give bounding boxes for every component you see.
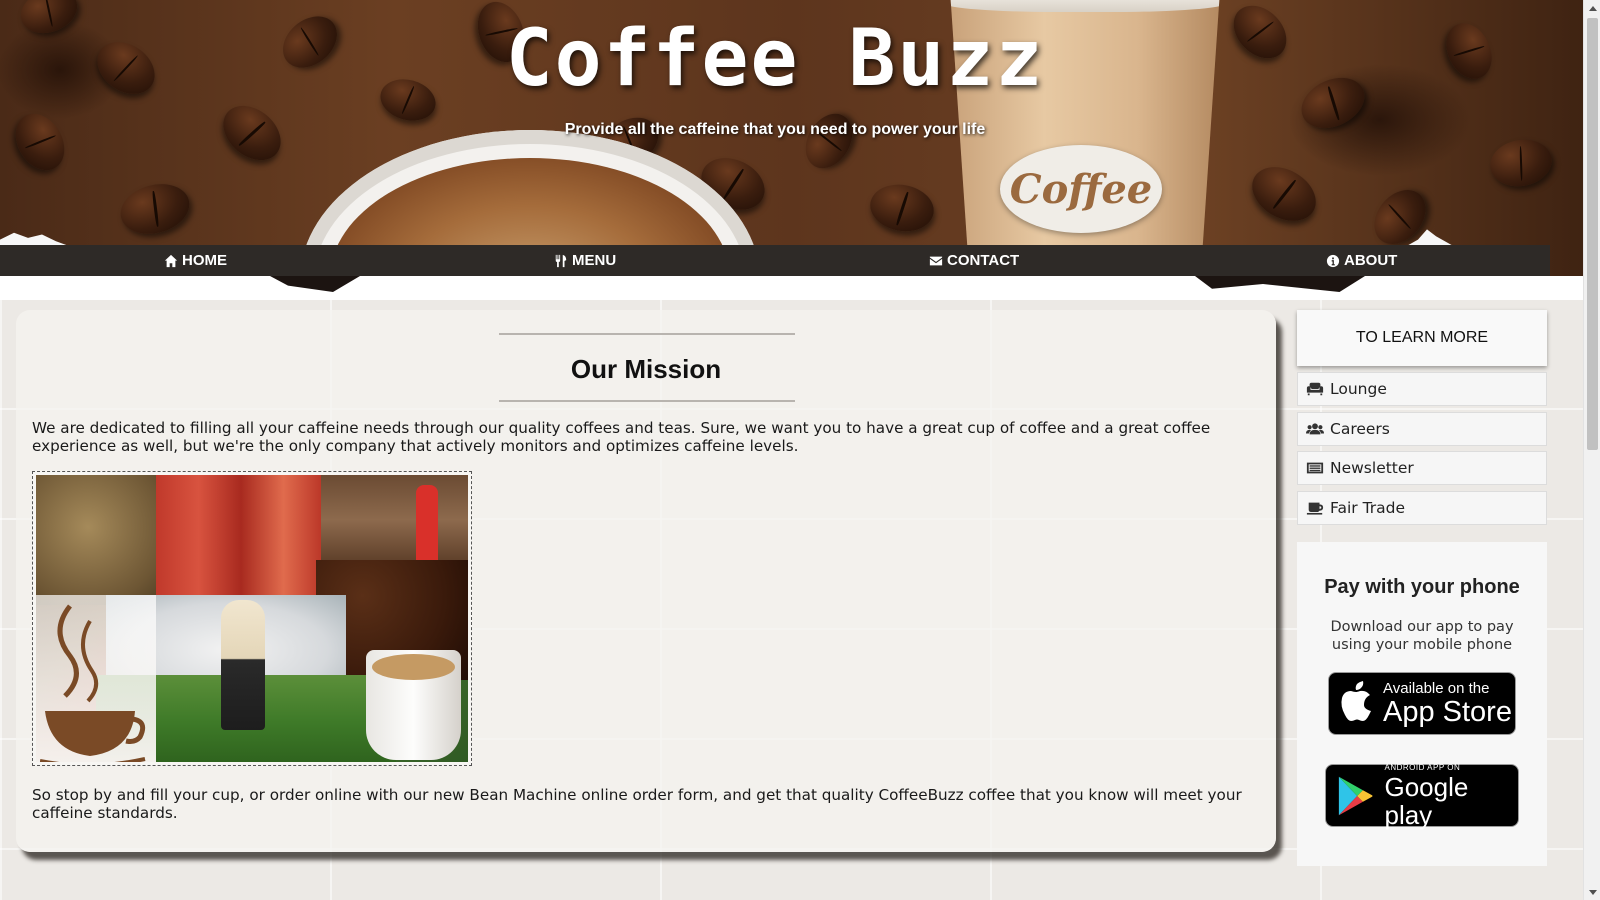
nav-menu-link[interactable]: MENU (554, 245, 616, 276)
app-store-small-text: Available on the (1383, 679, 1490, 697)
coffee-bean-image (866, 179, 938, 237)
info-circle-icon (1326, 254, 1340, 267)
heading-divider-bottom (499, 400, 795, 402)
sidebar-item-label: Lounge (1330, 380, 1387, 398)
sidebar-item-careers[interactable]: Careers (1297, 412, 1547, 446)
coffee-bean-image (5, 105, 75, 179)
coffee-bean-image (1486, 134, 1556, 192)
coffee-cup-logo: Coffee (1000, 145, 1162, 233)
utensils-icon (555, 254, 567, 267)
sidebar-item-newsletter[interactable]: Newsletter (1297, 451, 1547, 485)
sidebar-item-label: Careers (1330, 420, 1390, 438)
google-play-small-text: ANDROID APP ON (1384, 762, 1461, 772)
couch-icon (1306, 382, 1324, 396)
nav-about-label: ABOUT (1344, 252, 1398, 269)
sidebar-header: TO LEARN MORE (1297, 310, 1547, 366)
coffee-bean-image (114, 176, 196, 242)
coffee-cup-icon (1306, 502, 1324, 515)
sidebar-item-lounge[interactable]: Lounge (1297, 372, 1547, 406)
nav-home-link[interactable]: HOME (164, 245, 227, 276)
pay-heading: Pay with your phone (1324, 576, 1520, 598)
envelope-icon (929, 256, 943, 265)
app-store-badge[interactable]: Available on the App Store (1328, 672, 1516, 735)
heading-divider-top (499, 333, 795, 335)
nav-contact-link[interactable]: CONTACT (929, 245, 1019, 276)
pay-description: Download our app to pay using your mobil… (1330, 619, 1514, 653)
coffee-bean-image (1242, 156, 1326, 232)
nav-about-link[interactable]: ABOUT (1326, 245, 1397, 276)
scrollbar-thumb[interactable] (1587, 18, 1598, 450)
sidebar-item-label: Newsletter (1330, 459, 1414, 477)
mission-heading: Our Mission (570, 354, 722, 384)
site-tagline: Provide all the caffeine that you need t… (564, 121, 986, 138)
nav-contact-label: CONTACT (947, 252, 1020, 269)
site-title: Coffee Buzz (505, 14, 1045, 104)
hero-bottom-edge (0, 276, 1583, 300)
scroll-down-arrow-icon[interactable] (1584, 884, 1600, 900)
main-nav: HOME MENU CONTACT ABOUT (0, 245, 1550, 276)
app-store-big-text: App Store (1383, 695, 1512, 728)
google-play-badge[interactable]: ANDROID APP ON Google play (1325, 762, 1519, 830)
scroll-up-arrow-icon[interactable] (1584, 0, 1600, 16)
mission-paragraph-1: We are dedicated to filling all your caf… (32, 419, 1211, 455)
nav-menu-label: MENU (572, 252, 617, 269)
coffee-bean-image (796, 105, 862, 177)
hero-banner: Coffee Coffee Buzz Provide all the caffe… (0, 0, 1583, 300)
coffee-collage-image (32, 471, 472, 766)
nav-home-label: HOME (182, 252, 227, 269)
mission-panel: Our Mission We are dedicated to filling … (16, 310, 1276, 852)
page-scrollbar[interactable] (1583, 0, 1600, 900)
google-play-big-text: Google play (1384, 771, 1469, 830)
apple-icon (1341, 680, 1371, 721)
pay-with-phone-panel: Pay with your phone Download our app to … (1297, 542, 1547, 866)
home-icon (164, 254, 178, 267)
mission-paragraph-2: So stop by and fill your cup, or order o… (32, 786, 1242, 822)
users-icon (1306, 423, 1324, 435)
google-play-icon (1338, 776, 1373, 815)
sidebar-item-label: Fair Trade (1330, 499, 1406, 517)
newspaper-icon (1306, 462, 1324, 474)
sidebar-item-fair-trade[interactable]: Fair Trade (1297, 491, 1547, 525)
